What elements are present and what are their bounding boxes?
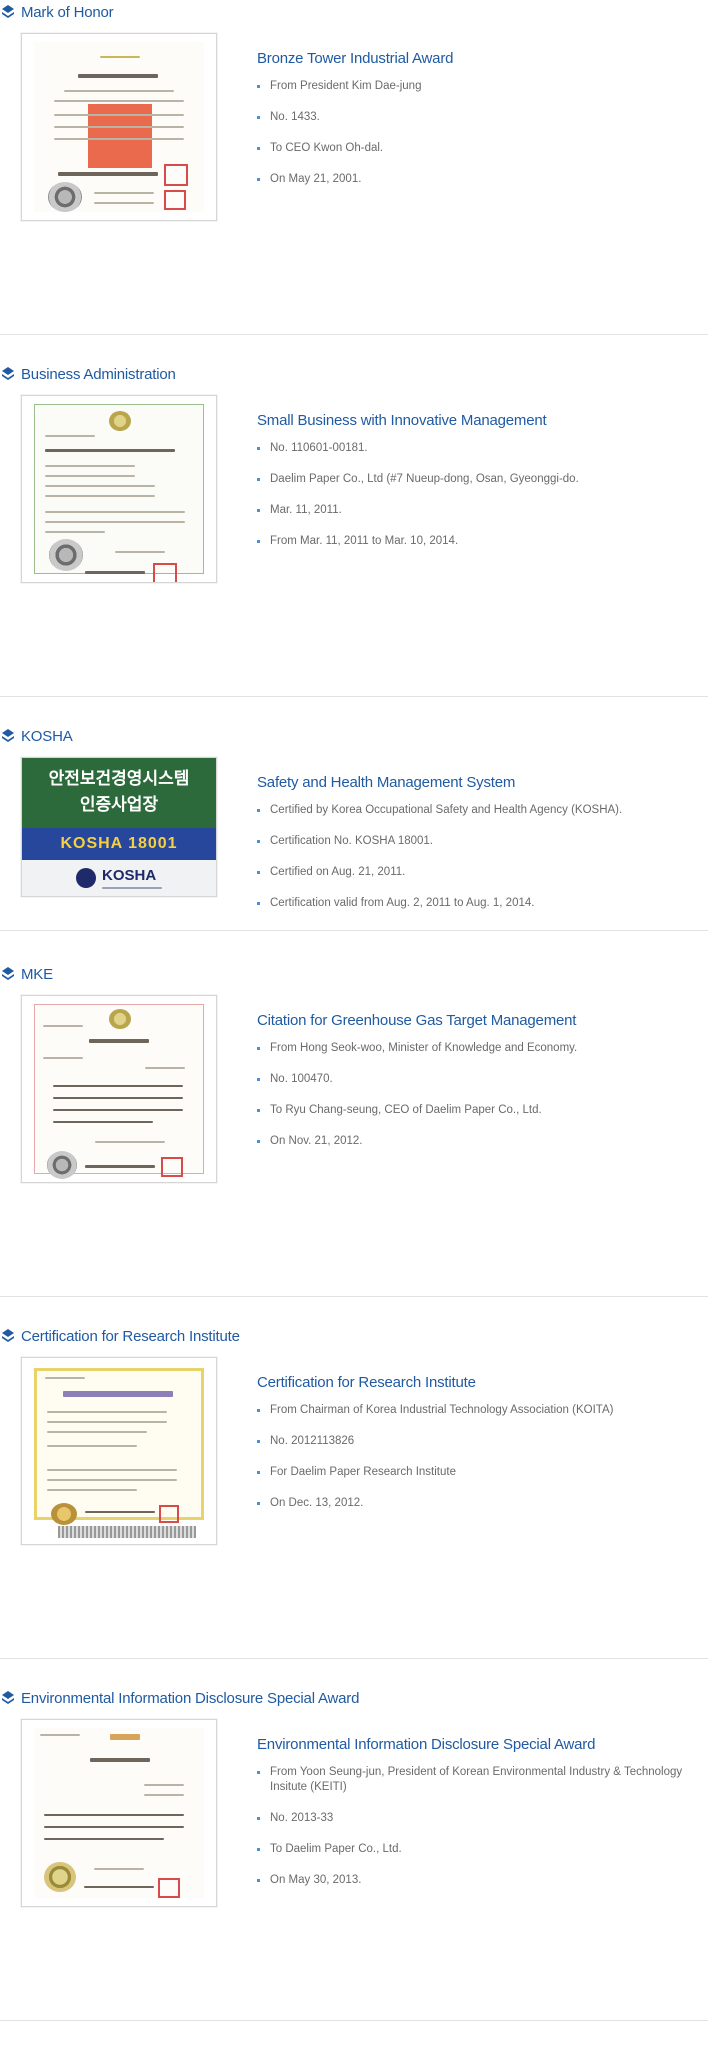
award-title: Environmental Information Disclosure Spe… (257, 1736, 596, 1753)
kosha-logo-icon (76, 868, 96, 888)
section-heading: Environmental Information Disclosure Spe… (21, 1689, 360, 1707)
section-heading: Mark of Honor (21, 3, 114, 21)
divider (0, 1296, 708, 1297)
award-info: Environmental Information Disclosure Spe… (257, 1736, 697, 1904)
badge-line2: 인증사업장 (79, 795, 159, 815)
kosha-badge-image[interactable]: 안전보건경영시스템 인증사업장 KOSHA 18001 KOSHA (21, 757, 217, 897)
divider (0, 930, 708, 931)
list-item: From President Kim Dae-jung (257, 79, 697, 94)
list-item: Certified on Aug. 21, 2011. (257, 865, 697, 880)
list-item: From Yoon Seung-jun, President of Korean… (257, 1765, 697, 1795)
award-title: Certification for Research Institute (257, 1374, 476, 1391)
award-info: Safety and Health Management System Cert… (257, 774, 697, 927)
list-item: On Nov. 21, 2012. (257, 1134, 697, 1149)
divider (0, 2020, 708, 2021)
kosha-logo: KOSHA (22, 860, 216, 896)
stacked-diamond-icon (2, 1329, 14, 1342)
award-title: Safety and Health Management System (257, 774, 516, 791)
certificate-image[interactable] (21, 1719, 217, 1907)
section-mke: MKE Citation for Greenhouse Gas Target M… (0, 962, 724, 1324)
list-item: Mar. 11, 2011. (257, 503, 697, 518)
award-info: Citation for Greenhouse Gas Target Manag… (257, 1012, 697, 1165)
section-research-institute: Certification for Research Institute Cer… (0, 1324, 724, 1686)
section-header: Business Administration (0, 362, 176, 386)
certificate-image[interactable] (21, 1357, 217, 1545)
section-header: MKE (0, 962, 53, 986)
award-details: From Hong Seok-woo, Minister of Knowledg… (257, 1041, 697, 1149)
divider (0, 1658, 708, 1659)
list-item: To CEO Kwon Oh-dal. (257, 141, 697, 156)
award-info: Bronze Tower Industrial Award From Presi… (257, 50, 697, 203)
stacked-diamond-icon (2, 729, 14, 742)
list-item: To Daelim Paper Co., Ltd. (257, 1842, 697, 1857)
certificate-image[interactable] (21, 33, 217, 221)
divider (0, 696, 708, 697)
kosha-badge-text: 안전보건경영시스템 인증사업장 (22, 758, 216, 828)
list-item: From Mar. 11, 2011 to Mar. 10, 2014. (257, 534, 697, 549)
section-business-administration: Business Administration Small Business w… (0, 362, 724, 724)
section-header: KOSHA (0, 724, 73, 748)
section-heading: MKE (21, 965, 53, 983)
list-item: No. 1433. (257, 110, 697, 125)
list-item: Certification No. KOSHA 18001. (257, 834, 697, 849)
barcode-strip (58, 1526, 196, 1538)
award-title: Citation for Greenhouse Gas Target Manag… (257, 1012, 577, 1029)
section-heading: KOSHA (21, 727, 73, 745)
list-item: Certification valid from Aug. 2, 2011 to… (257, 896, 697, 911)
award-title: Small Business with Innovative Managemen… (257, 412, 547, 429)
certificate-image[interactable] (21, 995, 217, 1183)
award-details: Certified by Korea Occupational Safety a… (257, 803, 697, 911)
section-heading: Business Administration (21, 365, 176, 383)
list-item: On May 30, 2013. (257, 1873, 697, 1888)
badge-code: KOSHA 18001 (22, 828, 216, 860)
list-item: On May 21, 2001. (257, 172, 697, 187)
section-environmental-award: Environmental Information Disclosure Spe… (0, 1686, 724, 2048)
list-item: Certified by Korea Occupational Safety a… (257, 803, 697, 818)
award-details: From President Kim Dae-jung No. 1433. To… (257, 79, 697, 187)
list-item: No. 2013-33 (257, 1811, 697, 1826)
section-heading: Certification for Research Institute (21, 1327, 240, 1345)
kosha-logo-text: KOSHA (102, 867, 157, 884)
award-details: From Yoon Seung-jun, President of Korean… (257, 1765, 697, 1888)
award-details: From Chairman of Korea Industrial Techno… (257, 1403, 697, 1511)
list-item: No. 2012113826 (257, 1434, 697, 1449)
list-item: From Hong Seok-woo, Minister of Knowledg… (257, 1041, 697, 1056)
list-item: No. 110601-00181. (257, 441, 697, 456)
award-info: Certification for Research Institute Fro… (257, 1374, 697, 1527)
stacked-diamond-icon (2, 5, 14, 18)
divider (0, 334, 708, 335)
list-item: For Daelim Paper Research Institute (257, 1465, 697, 1480)
stacked-diamond-icon (2, 967, 14, 980)
section-header: Certification for Research Institute (0, 1324, 240, 1348)
list-item: Daelim Paper Co., Ltd (#7 Nueup-dong, Os… (257, 472, 697, 487)
stacked-diamond-icon (2, 1691, 14, 1704)
section-header: Environmental Information Disclosure Spe… (0, 1686, 359, 1710)
stacked-diamond-icon (2, 367, 14, 380)
award-info: Small Business with Innovative Managemen… (257, 412, 697, 565)
list-item: To Ryu Chang-seung, CEO of Daelim Paper … (257, 1103, 697, 1118)
list-item: No. 100470. (257, 1072, 697, 1087)
section-mark-of-honor: Mark of Honor Bronze Tower Industrial Aw… (0, 0, 724, 362)
award-details: No. 110601-00181. Daelim Paper Co., Ltd … (257, 441, 697, 549)
badge-line1: 안전보건경영시스템 (48, 769, 190, 789)
list-item: From Chairman of Korea Industrial Techno… (257, 1403, 697, 1418)
section-header: Mark of Honor (0, 0, 114, 24)
list-item: On Dec. 13, 2012. (257, 1496, 697, 1511)
award-title: Bronze Tower Industrial Award (257, 50, 454, 67)
certificate-image[interactable] (21, 395, 217, 583)
